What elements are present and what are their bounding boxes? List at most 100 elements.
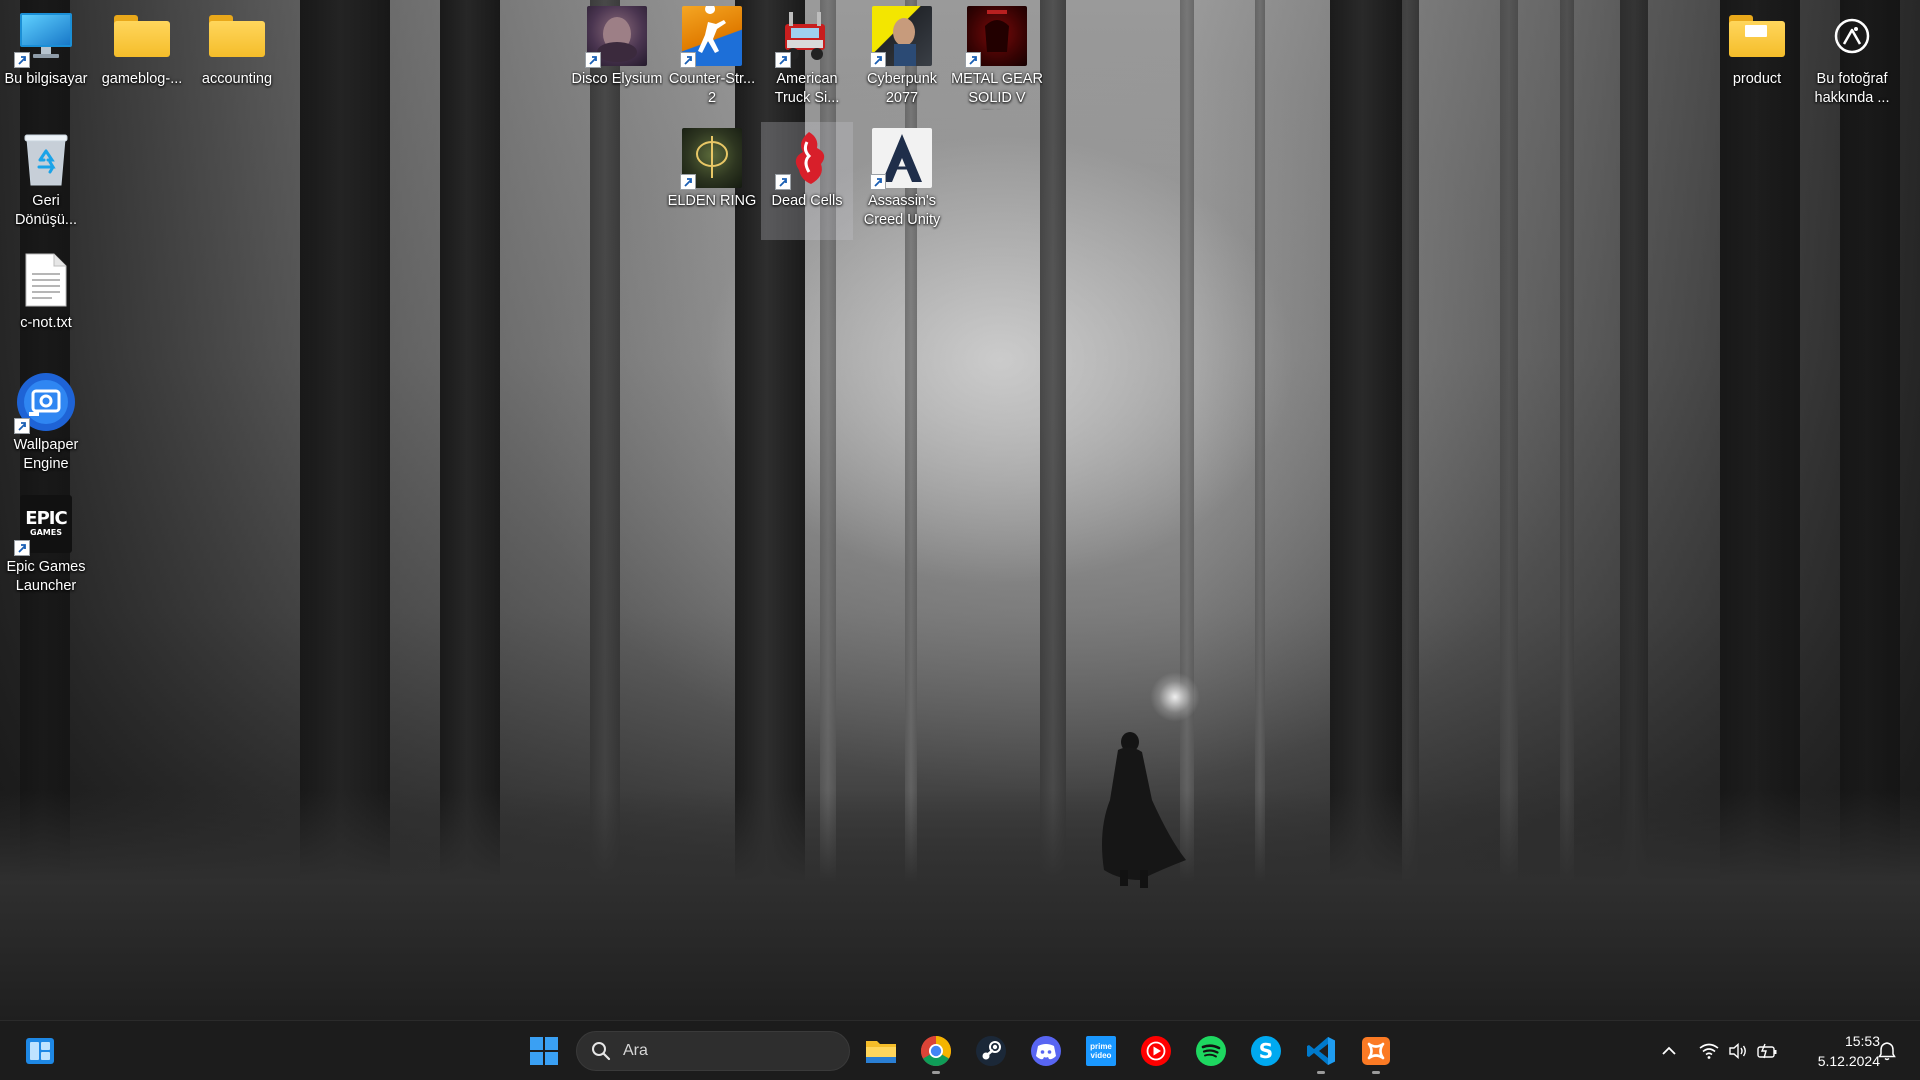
start-button[interactable] <box>520 1027 568 1075</box>
vscode-icon <box>1307 1037 1335 1065</box>
shortcut-arrow-icon <box>965 52 981 68</box>
desktop-icon-label: Assassin's Creed Unity <box>863 193 941 228</box>
shortcut-arrow-icon <box>775 174 791 190</box>
shortcut-arrow-icon <box>870 52 886 68</box>
cyberpunk-icon <box>870 6 932 68</box>
camera-info-icon <box>1822 6 1882 66</box>
taskbar-app-xampp[interactable] <box>1352 1027 1400 1075</box>
taskbar-app-chrome[interactable] <box>912 1027 960 1075</box>
computer-icon <box>14 6 76 68</box>
running-indicator <box>932 1071 940 1074</box>
shortcut-arrow-icon <box>870 174 886 190</box>
taskbar-app-youtube-music[interactable] <box>1132 1027 1180 1075</box>
desktop-icon-counter-strike-2[interactable]: Counter-Str... 2 <box>666 0 758 118</box>
xampp-icon <box>1362 1037 1390 1065</box>
text-file-icon <box>16 250 76 310</box>
wifi-icon <box>1699 1043 1719 1059</box>
shortcut-arrow-icon <box>14 52 30 68</box>
desktop-icon-label: Bu bilgisayar <box>4 71 88 87</box>
taskbar-clock[interactable]: 15:53 5.12.2024 <box>1790 1031 1880 1071</box>
taskbar-app-spotify[interactable] <box>1187 1027 1235 1075</box>
widgets-icon <box>26 1038 54 1064</box>
desktop-icon-label: Dead Cells <box>771 193 843 209</box>
folder-icon <box>207 6 267 66</box>
desktop-icon-c-not-txt[interactable]: c-not.txt <box>0 244 92 362</box>
desktop-icon-recycle-bin[interactable]: Geri Dönüşü... <box>0 122 92 240</box>
notifications-button[interactable] <box>1872 1027 1902 1075</box>
desktop-icon-accounting-folder[interactable]: accounting <box>191 0 283 118</box>
desktop-icon-american-truck-simulator[interactable]: American Truck Si... <box>761 0 853 118</box>
volume-button[interactable] <box>1724 1031 1752 1071</box>
battery-button[interactable] <box>1752 1031 1782 1071</box>
desktop-icon-assassins-creed-unity[interactable]: Assassin's Creed Unity <box>856 122 948 240</box>
running-indicator <box>1372 1071 1380 1074</box>
desktop-icon-label: ELDEN RING <box>667 193 757 209</box>
system-tray <box>1654 1021 1782 1080</box>
wallpaper-cloaked-figure <box>1102 732 1186 888</box>
skype-icon: S <box>1258 1039 1274 1063</box>
desktop-icon-elden-ring[interactable]: ELDEN RING <box>666 122 758 240</box>
shortcut-arrow-icon <box>680 174 696 190</box>
desktop-icon-label: Epic Games Launcher <box>6 559 86 594</box>
wallpaper-engine-icon <box>14 372 76 434</box>
american-truck-simulator-icon <box>775 6 837 68</box>
taskbar-app-steam[interactable] <box>967 1027 1015 1075</box>
dead-cells-icon <box>775 128 837 190</box>
prime-video-icon: prime video <box>1090 1042 1112 1060</box>
shortcut-arrow-icon <box>680 52 696 68</box>
taskbar-app-discord[interactable] <box>1022 1027 1070 1075</box>
battery-charging-icon <box>1757 1043 1777 1059</box>
desktop-wallpaper <box>0 0 1920 1020</box>
discord-icon <box>1031 1036 1061 1066</box>
desktop-icon-label: Wallpaper Engine <box>13 437 79 472</box>
chrome-icon <box>920 1036 952 1067</box>
clock-date: 5.12.2024 <box>1817 1053 1880 1069</box>
taskbar: Ara prime video S 15:53 5.12.2024 <box>0 1020 1920 1080</box>
desktop-icon-about-this-photo[interactable]: Bu fotoğraf hakkında ... <box>1806 0 1898 118</box>
youtube-music-icon <box>1141 1036 1171 1066</box>
elden-ring-icon <box>680 128 742 190</box>
taskbar-app-vscode[interactable] <box>1297 1027 1345 1075</box>
folder-icon <box>1727 6 1787 66</box>
desktop-icon-label: gameblog-... <box>101 71 183 87</box>
search-placeholder: Ara <box>623 1042 648 1059</box>
desktop-icon-label: Disco Elysium <box>571 71 663 87</box>
shortcut-arrow-icon <box>14 540 30 556</box>
desktop-icon-wallpaper-engine[interactable]: Wallpaper Engine <box>0 366 92 484</box>
desktop-icon-dead-cells[interactable]: Dead Cells <box>761 122 853 240</box>
counter-strike-icon <box>680 6 742 68</box>
spotify-icon <box>1196 1036 1226 1066</box>
epic-games-icon: EPIC GAMES <box>14 494 76 556</box>
steam-icon <box>976 1036 1006 1066</box>
taskbar-app-prime-video[interactable]: prime video <box>1077 1027 1125 1075</box>
assassins-creed-icon <box>870 128 932 190</box>
speaker-icon <box>1729 1043 1746 1059</box>
wallpaper-forest-floor <box>0 790 1920 1020</box>
chevron-up-icon <box>1662 1046 1676 1055</box>
show-hidden-icons-button[interactable] <box>1654 1031 1684 1071</box>
clock-time: 15:53 <box>1844 1033 1880 1049</box>
desktop-icon-product-folder[interactable]: product <box>1711 0 1803 118</box>
desktop-icon-gameblog-folder[interactable]: gameblog-... <box>96 0 188 118</box>
desktop-icon-label: Bu fotoğraf hakkında ... <box>1814 71 1890 106</box>
desktop-icon-this-pc[interactable]: Bu bilgisayar <box>0 0 92 118</box>
taskbar-search-box[interactable]: Ara <box>576 1031 850 1071</box>
desktop-icon-metal-gear-solid-v[interactable]: METAL GEAR SOLID V TH... <box>951 0 1043 118</box>
folder-icon <box>866 1041 896 1063</box>
wifi-button[interactable] <box>1694 1031 1724 1071</box>
desktop-icon-label: product <box>1732 71 1782 87</box>
shortcut-arrow-icon <box>585 52 601 68</box>
metal-gear-icon <box>965 6 1027 68</box>
taskbar-app-file-explorer[interactable] <box>857 1027 905 1075</box>
desktop-icon-label: American Truck Si... <box>774 71 840 106</box>
widgets-button[interactable] <box>16 1027 64 1075</box>
desktop-icon-cyberpunk-2077[interactable]: Cyberpunk 2077 <box>856 0 948 118</box>
desktop-icon-disco-elysium[interactable]: Disco Elysium <box>571 0 663 118</box>
disco-elysium-icon <box>585 6 647 68</box>
shortcut-arrow-icon <box>14 418 30 434</box>
desktop-icon-label: c-not.txt <box>20 315 72 331</box>
taskbar-app-skype[interactable]: S <box>1242 1027 1290 1075</box>
desktop-icon-epic-games[interactable]: EPIC GAMES Epic Games Launcher <box>0 488 92 606</box>
epic-logo-text: EPIC <box>25 508 67 529</box>
wallpaper-lantern-glow <box>1150 672 1200 722</box>
